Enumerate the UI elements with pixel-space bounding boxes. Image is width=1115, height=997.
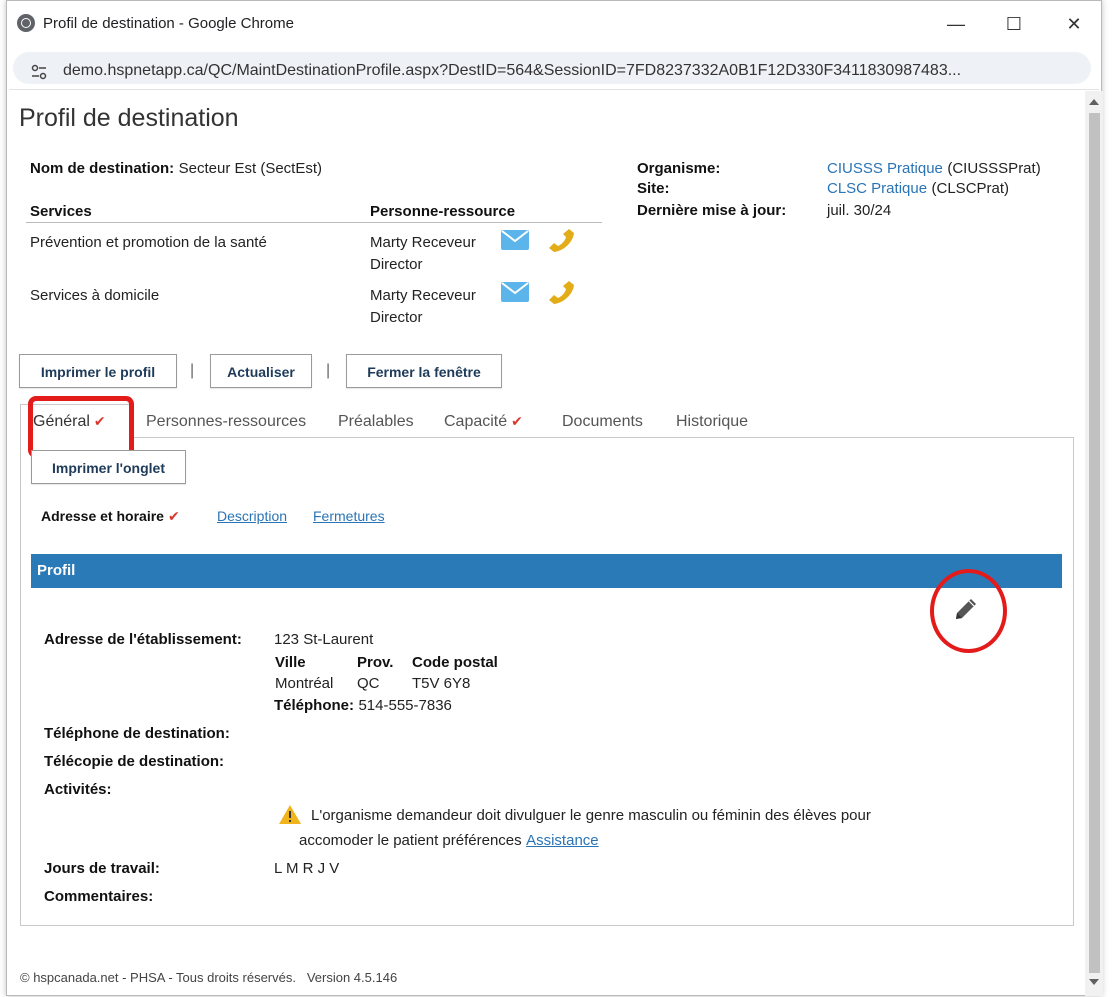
warning-icon	[279, 805, 301, 824]
destination-name-value: Secteur Est (SectEst)	[178, 160, 323, 177]
url-text: demo.hspnetapp.ca/QC/MaintDestinationPro…	[63, 62, 962, 79]
close-window-action-button[interactable]: Fermer la fenêtre	[346, 354, 502, 388]
subtab-address-hours-label: Adresse et horaire	[41, 508, 164, 524]
city-label: Ville	[275, 654, 306, 671]
separator: |	[326, 362, 331, 379]
subtab-closures[interactable]: Fermetures	[313, 508, 385, 524]
address-line: 123 St-Laurent	[274, 631, 374, 648]
organisme-value: CIUSSS Pratique (CIUSSSPrat)	[827, 160, 1041, 178]
tab-prerequisites[interactable]: Préalables	[338, 413, 414, 431]
print-tab-button[interactable]: Imprimer l'onglet	[31, 450, 186, 484]
tab-history[interactable]: Historique	[676, 413, 748, 431]
tab-documents[interactable]: Documents	[562, 413, 643, 431]
activities-label: Activités:	[44, 781, 112, 798]
postal-value: T5V 6Y8	[412, 675, 471, 692]
contact-role-2: Director	[370, 309, 423, 326]
window-title: Profil de destination - Google Chrome	[43, 15, 294, 32]
tab-capacity[interactable]: Capacité ✔	[444, 413, 523, 431]
profile-section-title: Profil	[37, 562, 76, 579]
city-value: Montréal	[275, 675, 334, 692]
address-bar: demo.hspnetapp.ca/QC/MaintDestinationPro…	[9, 47, 1099, 90]
updated-label: Dernière mise à jour:	[637, 202, 787, 219]
destination-name: Nom de destination: Secteur Est (SectEst…	[30, 160, 322, 178]
vertical-scrollbar[interactable]	[1085, 91, 1103, 996]
dest-phone-label: Téléphone de destination:	[44, 725, 230, 742]
checkmark-icon: ✔	[511, 413, 523, 429]
email-icon[interactable]	[501, 282, 529, 302]
organisme-link[interactable]: CIUSSS Pratique	[827, 160, 943, 177]
maximize-button[interactable]: ☐	[991, 9, 1037, 39]
footer: © hspcanada.net - PHSA - Tous droits rés…	[20, 970, 397, 985]
warning-text-line2: accomoder le patient préférences Assista…	[299, 832, 599, 850]
email-icon[interactable]	[501, 230, 529, 250]
postal-label: Code postal	[412, 654, 498, 671]
contact-name-1: Marty Receveur	[370, 234, 476, 251]
checkmark-icon: ✔	[167, 508, 180, 524]
footer-copyright: © hspcanada.net - PHSA - Tous droits rés…	[20, 970, 296, 985]
contact-name-2: Marty Receveur	[370, 287, 476, 304]
organisme-label: Organisme:	[637, 160, 721, 177]
print-profile-button[interactable]: Imprimer le profil	[19, 354, 177, 388]
prov-value: QC	[357, 675, 380, 692]
workdays-value: L M R J V	[274, 860, 340, 877]
comments-label: Commentaires:	[44, 888, 154, 905]
table-divider	[26, 222, 602, 223]
annotation-highlight-general	[28, 396, 134, 458]
annotation-highlight-edit	[930, 569, 1007, 653]
profile-section-header: Profil	[31, 554, 1062, 588]
contact-role-1: Director	[370, 256, 423, 273]
site-settings-icon[interactable]	[31, 64, 47, 80]
prov-label: Prov.	[357, 654, 394, 671]
scrollbar-thumb[interactable]	[1089, 113, 1100, 973]
service-name-1: Prévention et promotion de la santé	[30, 234, 267, 251]
address-label: Adresse de l'établissement:	[44, 631, 242, 648]
close-window-button[interactable]: ✕	[1051, 9, 1097, 39]
page-title: Profil de destination	[19, 104, 239, 132]
subtab-address-hours[interactable]: Adresse et horaire ✔	[41, 508, 180, 525]
refresh-button[interactable]: Actualiser	[210, 354, 312, 388]
phone-label: Téléphone:	[274, 697, 355, 714]
minimize-button[interactable]: —	[933, 9, 979, 39]
separator: |	[190, 362, 195, 379]
url-field[interactable]: demo.hspnetapp.ca/QC/MaintDestinationPro…	[13, 52, 1091, 84]
services-header: Services	[30, 203, 92, 220]
establishment-phone: Téléphone: 514-555-7836	[274, 697, 452, 715]
footer-version: Version 4.5.146	[306, 970, 398, 985]
title-bar: Profil de destination - Google Chrome — …	[7, 1, 1101, 47]
tab-contacts[interactable]: Personnes-ressources	[146, 413, 306, 431]
site-code: (CLSCPrat)	[931, 180, 1010, 197]
tab-capacity-label: Capacité	[444, 413, 508, 430]
updated-value: juil. 30/24	[827, 202, 892, 219]
phone-icon[interactable]	[547, 227, 575, 253]
scroll-up-icon[interactable]	[1089, 99, 1099, 105]
warning-text-line2-text: accomoder le patient préférences	[299, 832, 522, 849]
site-value: CLSC Pratique (CLSCPrat)	[827, 180, 1009, 198]
organisme-code: (CIUSSSPrat)	[947, 160, 1041, 177]
globe-icon	[17, 14, 35, 32]
site-link[interactable]: CLSC Pratique	[827, 180, 927, 197]
contact-header: Personne-ressource	[370, 203, 516, 220]
phone-icon[interactable]	[547, 279, 575, 305]
dest-fax-label: Télécopie de destination:	[44, 753, 225, 770]
workdays-label: Jours de travail:	[44, 860, 160, 877]
assistance-link[interactable]: Assistance	[526, 832, 599, 849]
phone-value: 514-555-7836	[358, 697, 452, 714]
destination-name-label: Nom de destination:	[30, 160, 175, 177]
site-label: Site:	[637, 180, 670, 197]
subtab-description[interactable]: Description	[217, 508, 287, 524]
service-name-2: Services à domicile	[30, 287, 160, 304]
scroll-down-icon[interactable]	[1089, 979, 1099, 985]
warning-text-line1: L'organisme demandeur doit divulguer le …	[311, 807, 871, 824]
